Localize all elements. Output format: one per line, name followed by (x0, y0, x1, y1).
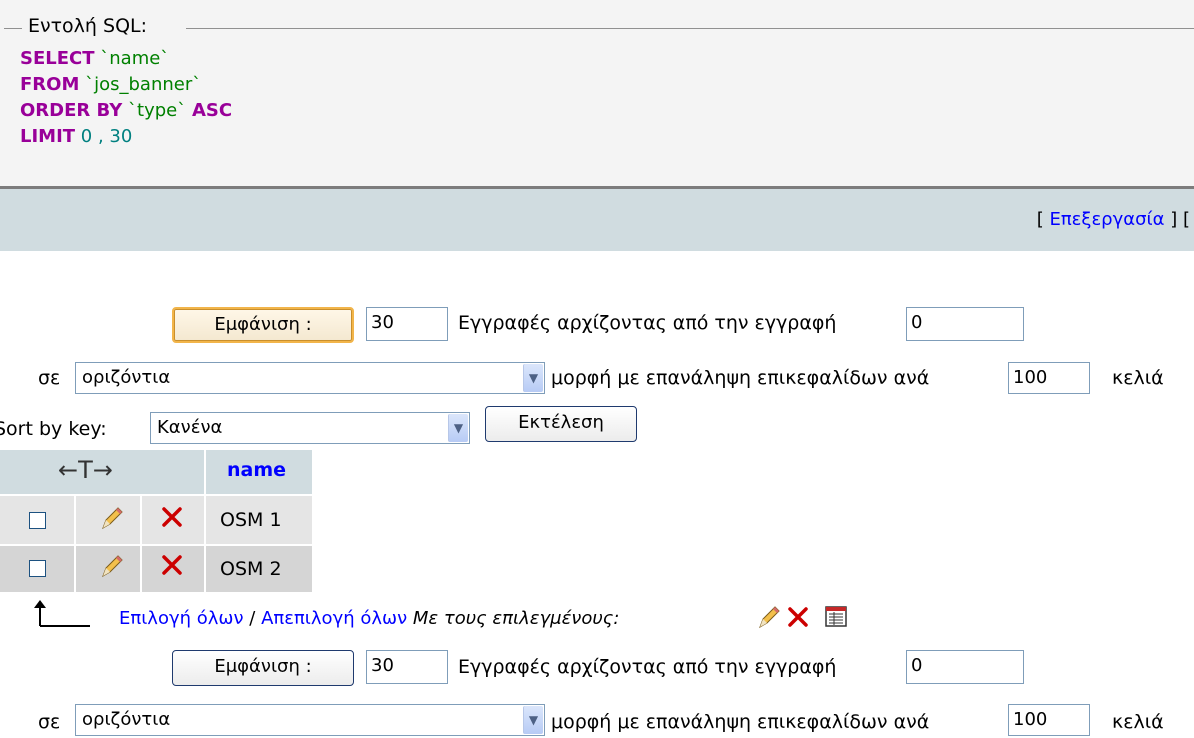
separator: / (249, 608, 256, 629)
display-mode-select[interactable]: οριζόντια ▼ (75, 362, 545, 394)
bracket: ] [ (1170, 209, 1190, 230)
display-mode-select-bottom[interactable]: οριζόντια ▼ (75, 704, 545, 736)
rows-input[interactable]: 30 (366, 307, 448, 341)
sql-limit-values: 0 , 30 (80, 126, 133, 147)
start-record-input-bottom[interactable]: 0 (906, 650, 1024, 684)
start-record-input[interactable]: 0 (906, 307, 1024, 341)
sql-legend: Εντολή SQL: (25, 15, 151, 37)
name-column-header[interactable]: name (227, 459, 286, 481)
sql-order-field: `type` (128, 100, 187, 121)
display-mode-value: οριζόντια (82, 367, 171, 388)
sort-key-select[interactable]: Κανένα ▼ (150, 412, 470, 444)
select-all-link[interactable]: Επιλογή όλων (119, 608, 244, 629)
sql-line-limit: LIMIT 0 , 30 (20, 126, 132, 147)
edit-link-group: [ Επεξεργασία ] [ (1037, 209, 1190, 230)
edit-link[interactable]: Επεξεργασία (1049, 209, 1164, 230)
rows-input-bottom[interactable]: 30 (366, 650, 448, 684)
cell-name: OSM 2 (220, 558, 282, 580)
in-label: σε (38, 367, 61, 389)
delete-x-icon[interactable] (786, 605, 810, 629)
repeat-cells-input-bottom[interactable]: 100 (1008, 704, 1090, 736)
column-arrows-icon[interactable]: ←T→ (58, 456, 113, 484)
cells-label: κελιά (1112, 367, 1164, 389)
cell-name: OSM 1 (220, 509, 282, 531)
row-checkbox[interactable] (29, 560, 46, 577)
chevron-down-icon[interactable]: ▼ (523, 364, 543, 392)
records-label-bottom: Εγγραφές αρχίζοντας από την εγγραφή (458, 656, 837, 678)
query-toolbar (0, 189, 1194, 251)
sql-line-order: ORDER BY `type` ASC (20, 100, 232, 121)
cells-label-bottom: κελιά (1112, 711, 1164, 733)
sql-keyword: ORDER BY (20, 100, 123, 121)
display-mode-value: οριζόντια (82, 709, 171, 730)
bracket: [ (1036, 209, 1044, 230)
sql-line-select: SELECT `name` (20, 48, 169, 69)
arrow-up-left-icon (34, 600, 90, 627)
chevron-down-icon[interactable]: ▼ (523, 706, 543, 734)
sql-keyword: SELECT (20, 48, 95, 69)
row-checkbox[interactable] (29, 512, 46, 529)
pencil-icon[interactable] (97, 504, 125, 532)
pencil-icon[interactable] (754, 603, 782, 631)
export-icon[interactable] (824, 604, 848, 628)
pencil-icon[interactable] (97, 552, 125, 580)
sql-field: `name` (100, 48, 170, 69)
repeat-headers-label: μορφή με επανάληψη επικεφαλίδων ανά (551, 367, 930, 389)
unselect-all-link[interactable]: Απεπιλογή όλων (261, 608, 407, 629)
fieldset-border-right (186, 28, 1194, 29)
sql-keyword: ASC (191, 100, 233, 121)
bulk-actions-row: Επιλογή όλων / Απεπιλογή όλων Με τους επ… (119, 608, 619, 629)
chevron-down-icon[interactable]: ▼ (448, 414, 468, 442)
show-button-bottom[interactable]: Εμφάνιση : (172, 650, 354, 686)
repeat-cells-input[interactable]: 100 (1008, 362, 1090, 394)
sql-keyword: FROM (20, 74, 80, 95)
sort-by-key-label: Sort by key: (0, 418, 107, 440)
records-label: Εγγραφές αρχίζοντας από την εγγραφή (458, 312, 837, 334)
fieldset-border-left (4, 28, 22, 29)
sql-line-from: FROM `jos_banner` (20, 74, 201, 95)
sql-keyword: LIMIT (20, 126, 76, 147)
delete-x-icon[interactable] (160, 553, 184, 577)
with-selected-label: Με τους επιλεγμένους: (412, 608, 620, 629)
show-button[interactable]: Εμφάνιση : (172, 307, 354, 343)
repeat-headers-label-bottom: μορφή με επανάληψη επικεφαλίδων ανά (551, 711, 930, 733)
execute-button[interactable]: Εκτέλεση (485, 406, 637, 442)
sql-table: `jos_banner` (85, 74, 202, 95)
sort-key-value: Κανένα (157, 417, 223, 438)
delete-x-icon[interactable] (160, 505, 184, 529)
in-label-bottom: σε (38, 711, 61, 733)
